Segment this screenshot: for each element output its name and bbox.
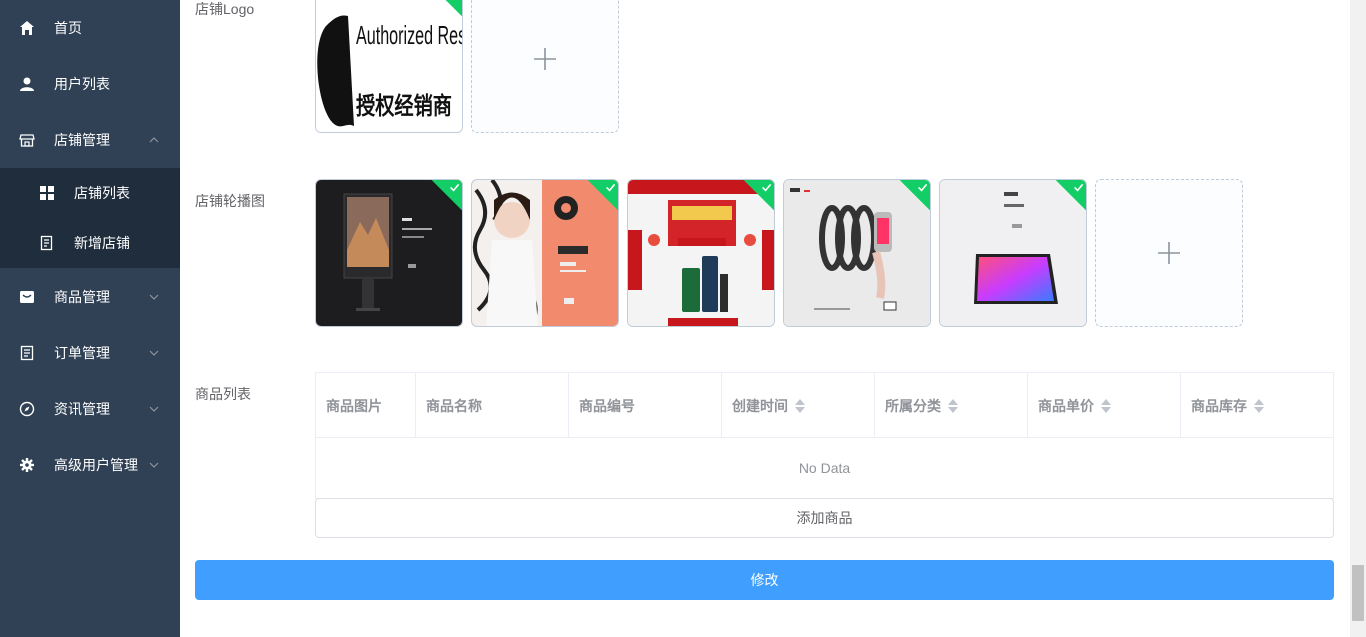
sidebar-item-label: 高级用户管理 xyxy=(54,457,138,473)
compass-icon xyxy=(19,401,35,417)
gear-icon xyxy=(20,458,34,472)
sort-icon[interactable] xyxy=(795,398,805,414)
sidebar: 首页 用户列表 店铺管理 店铺列表 新增店铺 商品管理 订单管理 资讯管理 高级… xyxy=(0,0,180,637)
check-icon xyxy=(450,183,460,192)
home-icon xyxy=(20,21,34,35)
logo-text-line1: Authorized Reseller xyxy=(356,20,462,50)
carousel-iphonex-picture xyxy=(940,180,1086,326)
column-header-category[interactable]: 所属分类 xyxy=(875,373,1028,438)
sidebar-item-label: 资讯管理 xyxy=(54,401,110,417)
sidebar-item-shop-management[interactable]: 店铺管理 xyxy=(0,112,180,168)
sidebar-item-news-management[interactable]: 资讯管理 xyxy=(0,381,180,437)
chevron-down-icon xyxy=(149,462,159,468)
column-header-label: 商品编号 xyxy=(579,397,635,414)
column-header-stock[interactable]: 商品库存 xyxy=(1181,373,1333,438)
sidebar-item-label: 用户列表 xyxy=(54,76,110,92)
sidebar-item-advanced-users[interactable]: 高级用户管理 xyxy=(0,437,180,493)
carousel-label: 店铺轮播图 xyxy=(195,193,265,209)
chevron-down-icon xyxy=(149,406,159,412)
table-empty-text: No Data xyxy=(798,460,851,476)
sidebar-item-label: 首页 xyxy=(54,20,82,36)
column-header-label: 商品图片 xyxy=(326,397,382,414)
logo-text-line2: 授权经销商 xyxy=(356,92,452,120)
column-header-price[interactable]: 商品单价 xyxy=(1028,373,1181,438)
user-icon xyxy=(20,77,34,91)
carousel-image-iphonex[interactable] xyxy=(939,179,1087,327)
chevron-down-icon xyxy=(149,350,159,356)
page-scrollbar[interactable] xyxy=(1350,0,1366,637)
carousel-imac-picture xyxy=(316,180,462,326)
goods-icon xyxy=(20,291,34,303)
check-icon xyxy=(918,183,928,192)
sidebar-item-label: 店铺列表 xyxy=(74,185,130,201)
check-icon xyxy=(606,183,616,192)
sidebar-item-order-management[interactable]: 订单管理 xyxy=(0,325,180,381)
main-content: 店铺Logo Authorized Reseller 授权经销商 店铺轮播图 xyxy=(180,0,1350,637)
grid-icon xyxy=(40,186,54,200)
column-header-created-time[interactable]: 创建时间 xyxy=(722,373,875,438)
carousel-upload-button[interactable] xyxy=(1095,179,1243,327)
chevron-down-icon xyxy=(149,294,159,300)
column-header-name: 商品名称 xyxy=(416,373,569,438)
chevron-up-icon xyxy=(149,137,159,143)
order-icon xyxy=(20,345,34,361)
goods-table: 商品图片 商品名称 商品编号 创建时间 所属分类 商品单价 商品库存 No Da… xyxy=(315,372,1334,499)
document-icon xyxy=(40,235,53,251)
sidebar-item-home[interactable]: 首页 xyxy=(0,0,180,56)
column-header-number: 商品编号 xyxy=(569,373,722,438)
sort-icon[interactable] xyxy=(1254,398,1264,414)
shop-submenu: 店铺列表 新增店铺 xyxy=(0,168,180,268)
submit-button[interactable]: 修改 xyxy=(195,560,1334,600)
check-icon xyxy=(1074,183,1084,192)
carousel-watch-picture xyxy=(784,180,930,326)
sort-icon[interactable] xyxy=(1101,398,1111,414)
goods-label: 商品列表 xyxy=(195,386,251,402)
carousel-image-model[interactable] xyxy=(471,179,619,327)
sidebar-item-add-shop[interactable]: 新增店铺 xyxy=(0,218,180,268)
carousel-image-imac[interactable] xyxy=(315,179,463,327)
column-header-image: 商品图片 xyxy=(316,373,416,438)
carousel-festival-picture xyxy=(628,180,774,326)
scrollbar-thumb[interactable] xyxy=(1352,565,1364,621)
plus-icon xyxy=(1158,242,1180,264)
sidebar-item-shop-list[interactable]: 店铺列表 xyxy=(0,168,180,218)
carousel-image-festival[interactable] xyxy=(627,179,775,327)
column-header-label: 商品单价 xyxy=(1038,397,1094,414)
sidebar-item-label: 订单管理 xyxy=(54,345,110,361)
logo-image[interactable]: Authorized Reseller 授权经销商 xyxy=(315,0,463,133)
column-header-label: 商品库存 xyxy=(1191,397,1247,414)
add-goods-button[interactable]: 添加商品 xyxy=(315,498,1334,538)
sidebar-item-goods-management[interactable]: 商品管理 xyxy=(0,269,180,325)
logo-label: 店铺Logo xyxy=(195,1,255,17)
carousel-image-watch[interactable] xyxy=(783,179,931,327)
sidebar-item-users[interactable]: 用户列表 xyxy=(0,56,180,112)
table-header: 商品图片 商品名称 商品编号 创建时间 所属分类 商品单价 商品库存 xyxy=(316,373,1333,438)
check-icon xyxy=(762,183,772,192)
column-header-label: 商品名称 xyxy=(426,397,482,414)
logo-upload-button[interactable] xyxy=(471,0,619,133)
sidebar-item-label: 店铺管理 xyxy=(54,132,110,148)
plus-icon xyxy=(534,48,556,70)
column-header-label: 创建时间 xyxy=(732,397,788,414)
sort-icon[interactable] xyxy=(948,398,958,414)
carousel-model-picture xyxy=(472,180,618,326)
sidebar-item-label: 新增店铺 xyxy=(74,235,130,251)
column-header-label: 所属分类 xyxy=(885,397,941,414)
shop-icon xyxy=(19,134,35,147)
sidebar-item-label: 商品管理 xyxy=(54,289,110,305)
